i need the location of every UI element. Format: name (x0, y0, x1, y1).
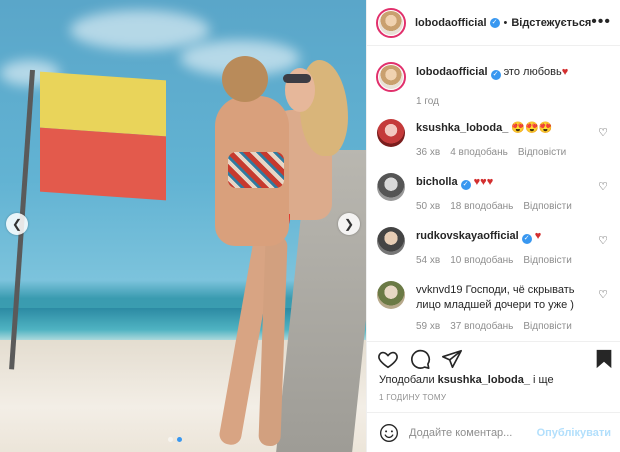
more-options-icon[interactable]: ••• (591, 13, 611, 31)
comment-likes[interactable]: 37 вподобань (450, 321, 513, 332)
carousel-dots (168, 437, 182, 442)
comment-time[interactable]: 50 хв (416, 201, 440, 212)
avatar[interactable] (376, 118, 406, 148)
emoji-smile-icon[interactable] (379, 423, 399, 443)
caption-username[interactable]: lobodaofficial (416, 66, 488, 78)
reply-button[interactable]: Відповісти (523, 255, 571, 266)
avatar[interactable] (376, 226, 406, 256)
comment-body: rudkovskayaofficial ✓ ♥ (416, 229, 596, 244)
post-panel: lobodaofficial ✓ • Відстежується ••• lob… (366, 0, 620, 452)
share-send-icon[interactable] (441, 348, 463, 370)
publish-button[interactable]: Опублікувати (537, 427, 611, 439)
comment-text: ♥♥♥ (473, 176, 494, 188)
post-photo[interactable]: ❮ ❯ (0, 0, 366, 452)
comment-username[interactable]: ksushka_loboda_ (416, 122, 508, 134)
comment-time[interactable]: 54 хв (416, 255, 440, 266)
comment-likes[interactable]: 4 вподобань (450, 147, 508, 158)
like-comment-heart-icon[interactable]: ♡ (598, 126, 608, 139)
reply-button[interactable]: Відповісти (518, 147, 566, 158)
follow-status-button[interactable]: Відстежується (511, 17, 591, 29)
comment-icon[interactable] (409, 348, 431, 370)
chevron-left-icon: ❮ (11, 217, 23, 231)
caption: lobodaofficial ✓ это любовь♥ 1 год (376, 62, 612, 112)
post-timestamp[interactable]: 1 годину тому (379, 393, 446, 402)
beach-flag (40, 71, 166, 201)
post-header: lobodaofficial ✓ • Відстежується ••• (367, 0, 620, 46)
header-username[interactable]: lobodaofficial (415, 17, 487, 29)
comment-meta: 54 хв 10 вподобань Відповісти (416, 255, 572, 266)
comment-likes[interactable]: 10 вподобань (450, 255, 513, 266)
comment-item: bicholla ✓ ♥♥♥ 50 хв 18 вподобань Відпові… (376, 172, 612, 216)
verified-icon: ✓ (490, 70, 501, 80)
comment-body: bicholla ✓ ♥♥♥ (416, 175, 596, 190)
comment-time[interactable]: 59 хв (416, 321, 440, 332)
caption-text: это любовь (503, 66, 562, 78)
comment-time[interactable]: 36 хв (416, 147, 440, 158)
bookmark-save-icon[interactable] (593, 348, 615, 370)
avatar[interactable] (376, 62, 406, 92)
comment-item: rudkovskayaofficial ✓ ♥ 54 хв 10 вподобан… (376, 226, 612, 270)
comment-username[interactable]: vvknvd19 (416, 284, 462, 296)
like-comment-heart-icon[interactable]: ♡ (598, 180, 608, 193)
carousel-dot-active (177, 437, 182, 442)
comment-meta: 59 хв 37 вподобань Відповісти (416, 321, 572, 332)
reply-button[interactable]: Відповісти (523, 321, 571, 332)
heart-emoji: ♥ (561, 66, 569, 78)
comment-likes[interactable]: 18 вподобань (450, 201, 513, 212)
comment-username[interactable]: bicholla (416, 176, 458, 188)
caption-body: lobodaofficial ✓ это любовь♥ (416, 65, 596, 80)
verified-icon: ✓ (489, 17, 500, 28)
cloud (70, 10, 210, 50)
comment-body: ksushka_loboda_ 😍😍😍 (416, 121, 596, 136)
likes-suffix[interactable]: і ще (533, 374, 554, 386)
likes-user[interactable]: ksushka_loboda_ (438, 374, 530, 386)
child-head (222, 56, 268, 102)
likes-summary[interactable]: Уподобали ksushka_loboda_ і ще (379, 374, 554, 386)
previous-slide-button[interactable]: ❮ (6, 213, 28, 235)
chevron-right-icon: ❯ (343, 217, 355, 231)
sunglasses (283, 74, 311, 83)
comment-meta: 50 хв 18 вподобань Відповісти (416, 201, 572, 212)
comment-text: ♥ (534, 230, 542, 242)
avatar[interactable] (376, 172, 406, 202)
likes-prefix: Уподобали (379, 374, 435, 386)
reply-button[interactable]: Відповісти (523, 201, 571, 212)
carousel-dot (168, 437, 173, 442)
verified-icon: ✓ (521, 234, 532, 244)
like-comment-heart-icon[interactable]: ♡ (598, 288, 608, 301)
comment-input[interactable] (409, 426, 539, 439)
post-actions (367, 341, 620, 373)
comment-item: ksushka_loboda_ 😍😍😍 36 хв 4 вподобань Ві… (376, 118, 612, 162)
caption-meta: 1 год (416, 96, 439, 107)
separator-dot: • (503, 16, 508, 29)
add-comment-bar: Опублікувати (367, 412, 620, 452)
verified-icon: ✓ (460, 180, 471, 190)
avatar[interactable] (376, 280, 406, 310)
comment-username[interactable]: rudkovskayaofficial (416, 230, 519, 242)
comment-meta: 36 хв 4 вподобань Відповісти (416, 147, 566, 158)
child-shorts (228, 152, 284, 188)
like-comment-heart-icon[interactable]: ♡ (598, 234, 608, 247)
like-heart-icon[interactable] (377, 348, 399, 370)
comment-item: vvknvd19 Господи, чё скрывать лицо младш… (376, 280, 612, 338)
comment-text: 😍😍😍 (511, 122, 553, 134)
next-slide-button[interactable]: ❯ (338, 213, 360, 235)
avatar[interactable] (376, 7, 406, 38)
caption-time[interactable]: 1 год (416, 96, 439, 107)
comment-body: vvknvd19 Господи, чё скрывать лицо младш… (416, 283, 596, 313)
